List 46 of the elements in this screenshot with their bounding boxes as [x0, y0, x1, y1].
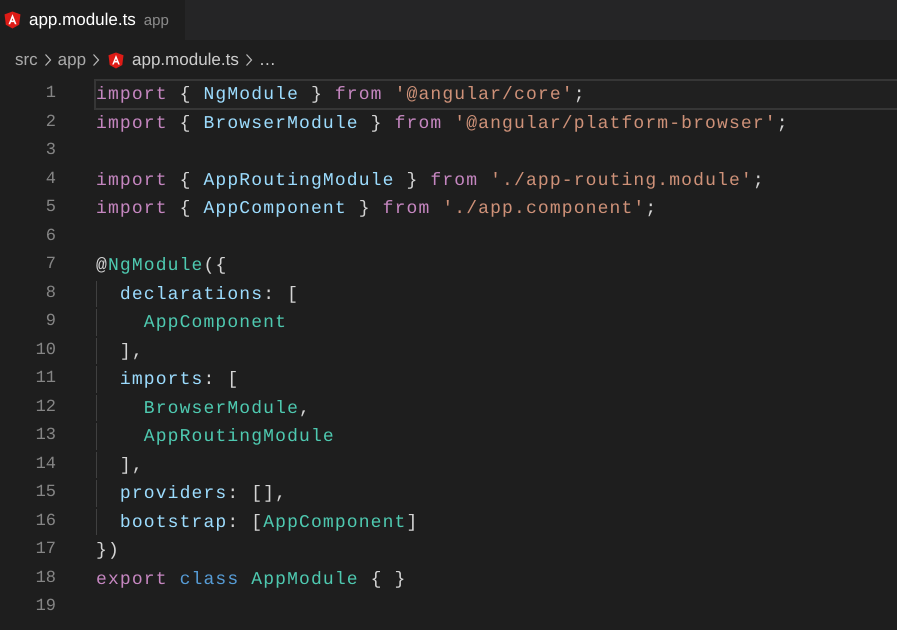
code-line: AppComponent	[142, 313, 288, 333]
line-number: 5	[44, 197, 56, 219]
breadcrumb-item[interactable]: …	[258, 50, 276, 70]
breadcrumb-item[interactable]: src	[15, 50, 38, 70]
code-line: import { AppRoutingModule } from './app-routing.module';	[96, 170, 765, 190]
code-line: BrowserModule,	[142, 398, 311, 418]
code-line: import { NgModule } from '@angular/core';	[96, 85, 586, 105]
line-number: 8	[44, 282, 56, 304]
code-line: import { AppComponent } from './app.component';	[96, 199, 658, 219]
line-number: 18	[34, 568, 56, 590]
chevron-icon	[44, 53, 52, 67]
shield-icon	[4, 11, 21, 29]
code-line: providers: [],	[118, 484, 288, 504]
code-line: bootstrap: [AppComponent]	[118, 512, 418, 532]
code-line: import { BrowserModule } from '@angular/platform-browser';	[96, 114, 789, 134]
line-number: 2	[44, 112, 56, 134]
line-number: 14	[34, 454, 56, 476]
line-number: 12	[34, 396, 56, 418]
chevron-icon	[92, 53, 100, 67]
shield-icon	[108, 52, 124, 68]
code-line: export class AppModule { }	[96, 570, 407, 590]
breadcrumb-item[interactable]: app.module.ts	[132, 50, 239, 70]
code-line: ],	[118, 342, 144, 362]
code-line: ],	[118, 456, 144, 476]
line-number: 7	[44, 254, 56, 276]
line-number: 16	[34, 510, 56, 532]
line-number: 13	[34, 425, 56, 447]
code-line: AppRoutingModule	[142, 427, 335, 447]
line-number: 15	[34, 482, 56, 504]
editor-tab[interactable]: app.module.ts app	[0, 0, 185, 40]
line-number: 19	[34, 596, 56, 618]
line-number: 10	[34, 340, 56, 362]
tab-description: app	[144, 12, 169, 28]
breadcrumb-item[interactable]: app	[58, 50, 86, 70]
code-line: @NgModule({	[96, 256, 228, 276]
line-number: 11	[34, 368, 56, 390]
line-number: 3	[44, 140, 56, 162]
line-number: 1	[44, 83, 56, 105]
line-number: 4	[44, 168, 56, 190]
line-number: 6	[44, 226, 56, 248]
line-number: 9	[44, 311, 56, 333]
code-line: })	[96, 541, 120, 561]
code-line: declarations: [	[118, 284, 300, 304]
chevron-icon	[244, 53, 253, 67]
code-line: imports: [	[118, 370, 240, 390]
line-number: 17	[34, 539, 56, 561]
